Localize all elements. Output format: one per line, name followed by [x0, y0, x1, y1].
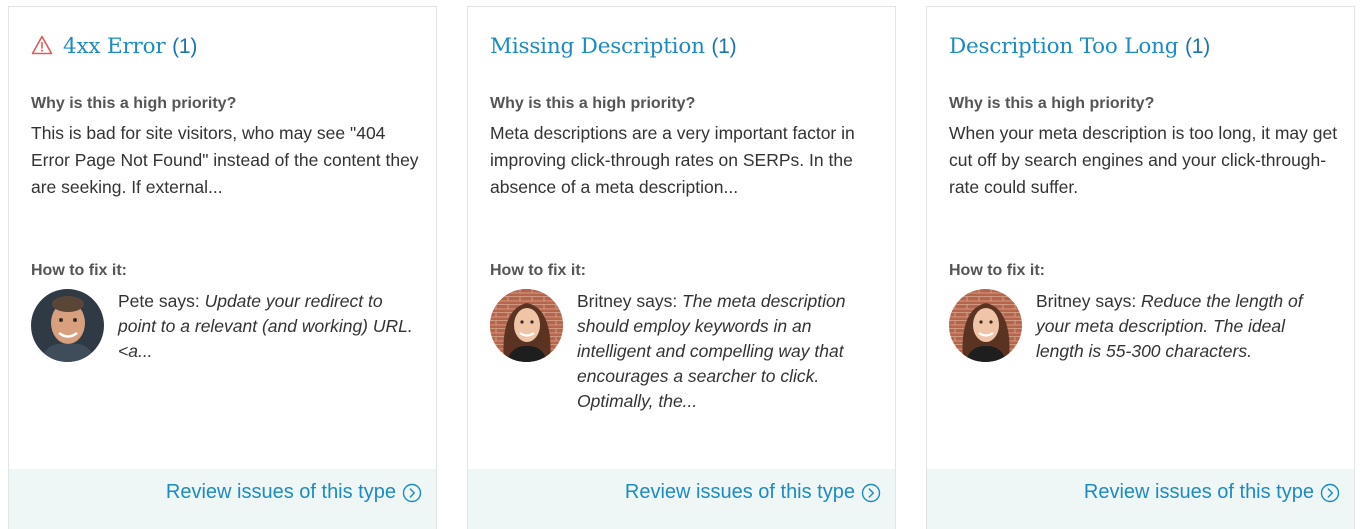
review-issues-link[interactable]: Review issues of this type [1084, 481, 1340, 504]
issue-card-4xx-error: 4xx Error (1) Why is this a high priorit… [8, 6, 437, 529]
issue-card-description-too-long: Description Too Long (1) Why is this a h… [926, 6, 1355, 529]
avatar-britney [949, 289, 1022, 362]
advice-text: Britney says: The meta description shoul… [577, 289, 877, 414]
avatar-britney [490, 289, 563, 362]
review-issues-label[interactable]: Review issues of this type [166, 481, 396, 504]
review-issues-label[interactable]: Review issues of this type [625, 481, 855, 504]
why-label: Why is this a high priority? [949, 95, 1155, 112]
card-footer: Review issues of this type [9, 469, 436, 529]
says-label: says: [631, 291, 683, 311]
card-footer: Review issues of this type [468, 469, 895, 529]
fix-label: How to fix it: [949, 262, 1045, 279]
fix-label: How to fix it: [490, 262, 586, 279]
why-label: Why is this a high priority? [31, 95, 237, 112]
why-text: Meta descriptions are a very important f… [490, 123, 855, 197]
why-text: When your meta description is too long, … [949, 123, 1338, 197]
avatar-pete [31, 289, 104, 362]
issue-card-missing-description: Missing Description (1) Why is this a hi… [467, 6, 896, 529]
advisor-name: Britney [577, 291, 632, 311]
chevron-right-circle-icon[interactable] [1320, 483, 1340, 503]
card-title[interactable]: 4xx Error (1) [31, 34, 426, 59]
says-label: says: [1090, 291, 1142, 311]
why-text: This is bad for site visitors, who may s… [31, 123, 419, 197]
chevron-right-circle-icon[interactable] [402, 483, 422, 503]
advisor-name: Pete [118, 291, 154, 311]
says-label: says: [154, 291, 205, 311]
card-title-text[interactable]: 4xx Error [63, 34, 166, 59]
advice-text: Pete says: Update your redirect to point… [118, 289, 418, 364]
why-label: Why is this a high priority? [490, 95, 696, 112]
warning-icon [31, 35, 53, 55]
card-title-text[interactable]: Description Too Long [949, 34, 1179, 59]
advice-text: Britney says: Reduce the length of your … [1036, 289, 1336, 364]
issue-count: (1) [711, 35, 737, 58]
advisor-name: Britney [1036, 291, 1091, 311]
card-footer: Review issues of this type [927, 469, 1354, 529]
issue-count: (1) [172, 35, 198, 58]
card-title-text[interactable]: Missing Description [490, 34, 705, 59]
card-title[interactable]: Description Too Long (1) [949, 34, 1344, 59]
fix-label: How to fix it: [31, 262, 127, 279]
chevron-right-circle-icon[interactable] [861, 483, 881, 503]
review-issues-label[interactable]: Review issues of this type [1084, 481, 1314, 504]
card-title[interactable]: Missing Description (1) [490, 34, 885, 59]
issue-count: (1) [1184, 35, 1211, 58]
issue-cards: 4xx Error (1) Why is this a high priorit… [0, 0, 1361, 529]
review-issues-link[interactable]: Review issues of this type [166, 481, 422, 504]
review-issues-link[interactable]: Review issues of this type [625, 481, 881, 504]
